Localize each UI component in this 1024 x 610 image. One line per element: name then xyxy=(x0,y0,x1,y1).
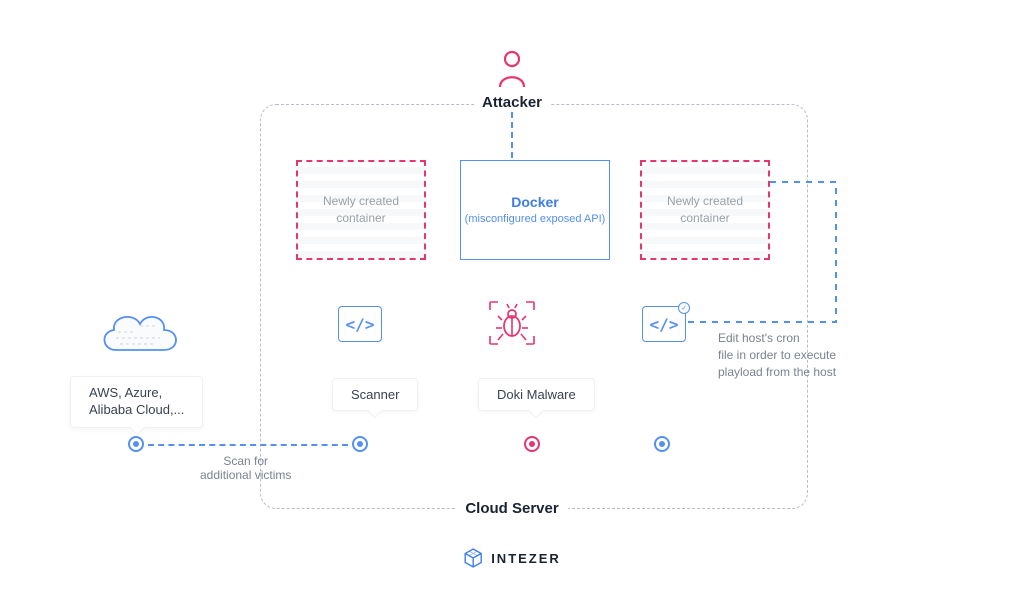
target-node-cron xyxy=(654,436,670,452)
newly-created-container-right: Newly created container xyxy=(640,160,770,260)
container-left-label: Newly created container xyxy=(298,193,424,227)
docker-box: Docker (misconfigured exposed API) xyxy=(460,160,610,260)
brand-cube-icon xyxy=(463,548,483,568)
doki-malware-bug-icon xyxy=(488,300,536,351)
doki-malware-label: Doki Malware xyxy=(478,378,595,411)
scanner-label: Scanner xyxy=(332,378,418,411)
newly-created-container-left: Newly created container xyxy=(296,160,426,260)
cloud-providers-label: AWS, Azure, Alibaba Cloud,... xyxy=(70,376,203,428)
scan-connector xyxy=(148,444,348,446)
docker-subtitle: (misconfigured exposed API) xyxy=(465,212,606,226)
attacker-icon xyxy=(497,50,527,93)
docker-title: Docker xyxy=(511,194,558,210)
target-node-doki xyxy=(524,436,540,452)
target-node-aws xyxy=(128,436,144,452)
scan-description: Scan for additional victims xyxy=(200,454,291,482)
attacker-to-docker-connector xyxy=(511,112,513,158)
scanner-code-icon: </> xyxy=(338,306,382,342)
brand: INTEZER xyxy=(463,548,561,568)
attacker-label: Attacker xyxy=(474,94,550,111)
cron-description: Edit host's cron file in order to execut… xyxy=(718,330,878,380)
clock-badge-icon: ✓ xyxy=(678,302,690,314)
cloud-icon xyxy=(94,302,184,367)
container-right-label: Newly created container xyxy=(642,193,768,227)
target-node-scanner xyxy=(352,436,368,452)
brand-name: INTEZER xyxy=(491,551,561,566)
cloud-server-label: Cloud Server xyxy=(455,500,568,517)
payload-code-icon: </> ✓ xyxy=(642,306,686,342)
